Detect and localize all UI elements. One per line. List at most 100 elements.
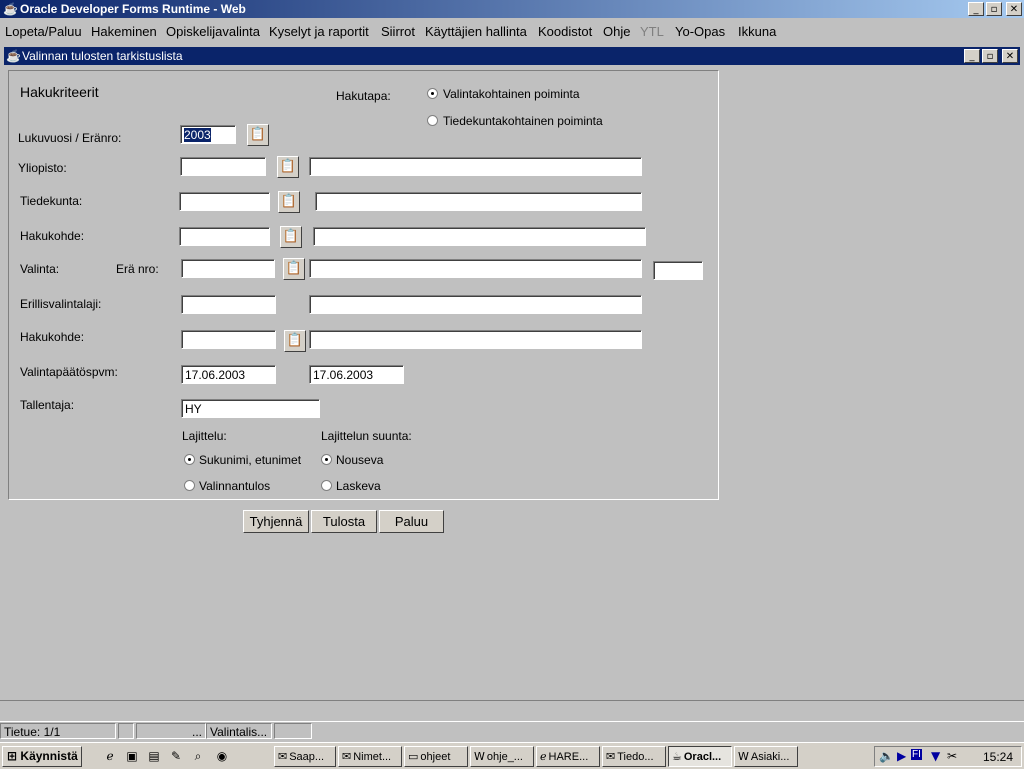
print-button[interactable]: Tulosta: [311, 510, 377, 533]
hakukohde1-name-input[interactable]: [313, 227, 646, 246]
inner-minimize-button[interactable]: _: [964, 49, 980, 63]
inner-window-title-bar[interactable]: ☕ Valinnan tulosten tarkistuslista _ ▫ ✕: [4, 47, 1020, 65]
yliopisto-lov-button: 📋: [277, 156, 299, 178]
tallentaja-input[interactable]: HY: [181, 399, 320, 418]
menu-hakeminen[interactable]: Hakeminen: [91, 24, 157, 39]
windows-icon: ⊞: [7, 749, 18, 763]
java-icon: ☕: [6, 49, 21, 63]
back-button[interactable]: Paluu: [379, 510, 444, 533]
lukuvuosi-input[interactable]: 2003: [180, 125, 236, 144]
yliopisto-name-input[interactable]: [309, 157, 642, 176]
menu-lopeta[interactable]: Lopeta/Paluu: [5, 24, 82, 39]
radio-tiedekuntakohtainen[interactable]: [427, 115, 438, 126]
clear-button[interactable]: Tyhjennä: [243, 510, 309, 533]
menu-kayttajien-hallinta[interactable]: Käyttäjien hallinta: [425, 24, 527, 39]
clock-app-icon[interactable]: ◉: [214, 748, 230, 764]
suunta-label: Lajittelun suunta:: [321, 429, 412, 443]
radio-nouseva-label[interactable]: Nouseva: [336, 453, 383, 467]
menu-yo-opas[interactable]: Yo-Opas: [675, 24, 725, 39]
menu-koodistot[interactable]: Koodistot: [538, 24, 592, 39]
menu-bar: Lopeta/Paluu Hakeminen Opiskelijavalinta…: [0, 21, 1024, 41]
task-ohjeet[interactable]: ▭ ohjeet: [404, 746, 468, 767]
clipboard-icon: 📋: [286, 333, 304, 348]
inner-window-title: Valinnan tulosten tarkistuslista: [22, 49, 183, 63]
clipboard-icon: 📋: [282, 229, 300, 244]
lukuvuosi-label: Lukuvuosi / Eränro:: [18, 131, 122, 145]
era-nro-input[interactable]: [653, 261, 703, 280]
status-cell-4: Valintalis...: [206, 723, 272, 739]
tiedekunta-label: Tiedekunta:: [20, 194, 83, 208]
minimize-button[interactable]: _: [968, 2, 984, 16]
ie-icon[interactable]: ℯ: [102, 748, 118, 764]
erillisvalintalaji-label: Erillisvalintalaji:: [20, 297, 102, 311]
message-line: [0, 700, 1024, 722]
radio-valinnantulos[interactable]: [184, 480, 195, 491]
paatospvm-from-input[interactable]: 17.06.2003: [181, 365, 276, 384]
radio-nouseva[interactable]: [321, 454, 332, 465]
valinta-lov-button[interactable]: 📋: [283, 258, 305, 280]
hakukohde2-name-input[interactable]: [309, 330, 642, 349]
chat-icon: ✉: [278, 750, 288, 763]
radio-valintakohtainen-label[interactable]: Valintakohtainen poiminta: [443, 87, 580, 101]
clipboard-icon: 📋: [249, 127, 267, 142]
inner-maximize-button[interactable]: ▫: [982, 49, 998, 63]
task-tiedo[interactable]: ✉ Tiedo...: [602, 746, 666, 767]
maximize-button[interactable]: ▫: [986, 2, 1002, 16]
tiedekunta-code-input[interactable]: [179, 192, 270, 211]
task-oracle[interactable]: ☕ Oracl...: [668, 746, 732, 767]
start-button[interactable]: ⊞ Käynnistä: [2, 746, 82, 767]
radio-laskeva[interactable]: [321, 480, 332, 491]
hakutapa-label: Hakutapa:: [336, 89, 391, 103]
yliopisto-code-input[interactable]: [180, 157, 266, 176]
hakukohde2-code-input[interactable]: [181, 330, 276, 349]
lukuvuosi-lov-button[interactable]: 📋: [247, 124, 269, 146]
close-button[interactable]: ✕: [1006, 2, 1022, 16]
tiedekunta-name-input[interactable]: [315, 192, 642, 211]
inner-close-button[interactable]: ✕: [1002, 49, 1018, 63]
notes-icon[interactable]: ✎: [168, 748, 184, 764]
media-icon[interactable]: ▶: [897, 749, 906, 763]
task-asiaki[interactable]: W Asiaki...: [734, 746, 798, 767]
language-indicator[interactable]: FI: [911, 749, 922, 760]
task-saap[interactable]: ✉ Saap...: [274, 746, 336, 767]
volume-icon[interactable]: 🔈: [879, 749, 894, 763]
menu-ikkuna[interactable]: Ikkuna: [738, 24, 776, 39]
valinta-code-input[interactable]: [181, 259, 275, 278]
radio-tiedekuntakohtainen-label[interactable]: Tiedekuntakohtainen poiminta: [443, 114, 603, 128]
network-icon[interactable]: ▼: [931, 749, 940, 763]
erillisvalintalaji-code-input[interactable]: [181, 295, 276, 314]
word-icon: W: [738, 750, 749, 763]
radio-sukunimi-label[interactable]: Sukunimi, etunimet: [199, 453, 301, 467]
radio-sukunimi[interactable]: [184, 454, 195, 465]
radio-valinnantulos-label[interactable]: Valinnantulos: [199, 479, 270, 493]
hakukohde1-code-input[interactable]: [179, 227, 270, 246]
task-hare[interactable]: ℯ HARE...: [536, 746, 600, 767]
menu-kyselyt[interactable]: Kyselyt ja raportit: [269, 24, 369, 39]
desktop-icon[interactable]: ▣: [124, 748, 140, 764]
task-ohje[interactable]: Wohje_...: [470, 746, 534, 767]
task-nimet[interactable]: ✉ Nimet...: [338, 746, 402, 767]
radio-laskeva-label[interactable]: Laskeva: [336, 479, 381, 493]
valinta-label: Valinta:: [20, 262, 60, 276]
erillisvalintalaji-name-input[interactable]: [309, 295, 642, 314]
window-title-bar[interactable]: ☕ Oracle Developer Forms Runtime - Web _…: [0, 0, 1024, 18]
window-title: Oracle Developer Forms Runtime - Web: [20, 2, 246, 16]
mail-icon: ✉: [342, 750, 352, 763]
panel-header: Hakukriteerit: [20, 84, 99, 100]
search-icon[interactable]: ⌕: [190, 748, 206, 764]
tool-icon[interactable]: ✂: [947, 749, 957, 763]
system-tray: 🔈 ▶ FI ▼ ✂ 15:24: [874, 746, 1022, 767]
menu-opiskelijavalinta[interactable]: Opiskelijavalinta: [166, 24, 260, 39]
lajittelu-label: Lajittelu:: [182, 429, 227, 443]
java-icon: ☕: [3, 2, 18, 16]
calculator-icon[interactable]: ▤: [146, 748, 162, 764]
valinta-name-input[interactable]: [309, 259, 642, 278]
tallentaja-label: Tallentaja:: [20, 398, 75, 412]
hakukohde2-lov-button[interactable]: 📋: [284, 330, 306, 352]
menu-siirrot[interactable]: Siirrot: [381, 24, 415, 39]
paatospvm-to-input[interactable]: 17.06.2003: [309, 365, 404, 384]
status-bar: Tietue: 1/1 ... Valintalis...: [0, 722, 1024, 740]
radio-valintakohtainen[interactable]: [427, 88, 438, 99]
clipboard-icon: 📋: [280, 194, 298, 209]
menu-ohje[interactable]: Ohje: [603, 24, 630, 39]
